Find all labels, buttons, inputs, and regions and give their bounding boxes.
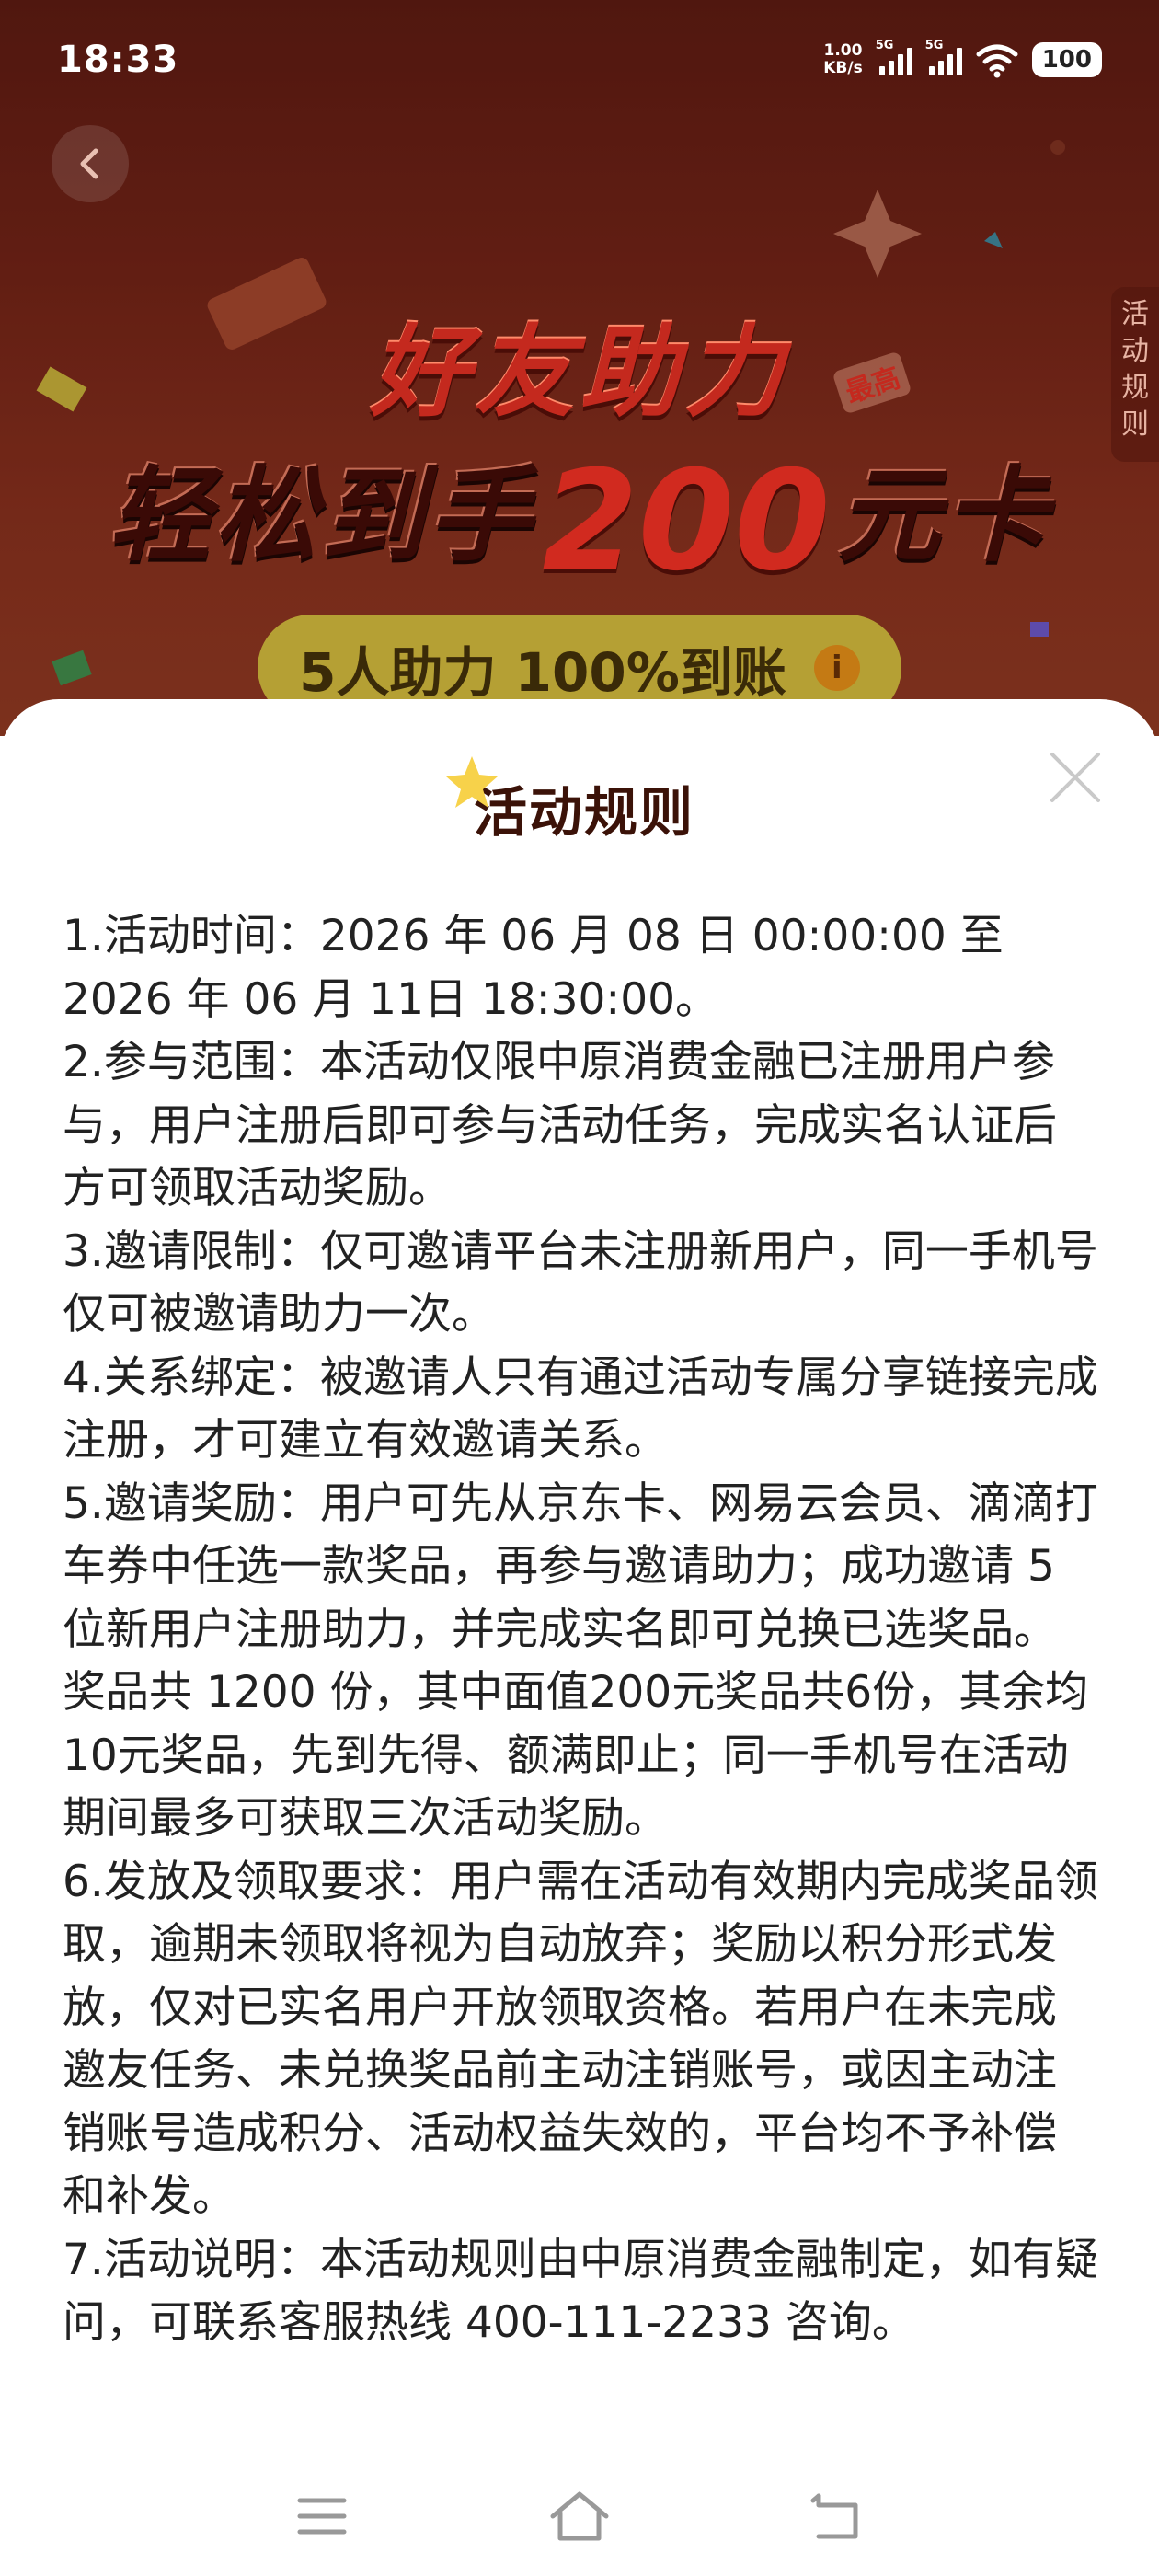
- system-nav-bar: [0, 2466, 1159, 2567]
- rule-item: 1.活动时间：2026 年 06 月 08 日 00:00:00 至 2026 …: [63, 911, 1004, 1025]
- modal-title-text: 活动规则: [473, 781, 694, 844]
- network-speed-unit: KB/s: [823, 59, 863, 77]
- status-time: 18:33: [57, 39, 179, 81]
- menu-icon: [297, 2498, 347, 2535]
- hero-title-prefix: 轻松到手: [108, 456, 535, 576]
- status-icons: 1.00 KB/s 5G 5G 100: [823, 39, 1102, 78]
- rules-modal: 活动规则 1.活动时间：2026 年 06 月 08 日 00:00:00 至 …: [0, 699, 1159, 2576]
- signal-icon: 5G: [925, 39, 962, 75]
- hero-title-suffix: 元卡: [837, 456, 1051, 576]
- sim2-label: 5G: [924, 39, 944, 52]
- status-bar: 18:33 1.00 KB/s 5G 5G 100: [0, 0, 1159, 120]
- wifi-icon: [976, 44, 1018, 78]
- assist-pill-text: 5人助力 100%到账: [299, 641, 786, 704]
- nav-menu-button[interactable]: [285, 2479, 359, 2553]
- network-speed-value: 1.00: [823, 41, 863, 60]
- back-icon: [810, 2493, 858, 2539]
- hero-title-line1: 好友助力: [369, 316, 789, 431]
- hero-title-line2: 轻松到手 200 元卡: [0, 432, 1159, 602]
- sim1-label: 5G: [875, 39, 894, 52]
- rule-item: 6.发放及领取要求：用户需在活动有效期内完成奖品领取，逾期未领取将视为自动放弃；…: [63, 1856, 1098, 2223]
- home-icon: [550, 2491, 609, 2541]
- nav-home-button[interactable]: [543, 2479, 616, 2553]
- back-button[interactable]: [52, 125, 129, 202]
- battery-icon: 100: [1031, 42, 1102, 77]
- info-icon: i: [813, 645, 860, 691]
- rule-item: 2.参与范围：本活动仅限中原消费金融已注册用户参与，用户注册后即可参与活动任务，…: [63, 1037, 1057, 1213]
- chevron-left-icon: [80, 148, 98, 179]
- close-icon[interactable]: [1045, 747, 1106, 808]
- rule-item: 5.邀请奖励：用户可先从京东卡、网易云会员、滴滴打车券中任选一款奖品，再参与邀请…: [63, 1478, 1098, 1845]
- signal-icon: 5G: [876, 39, 912, 75]
- hero-amount: 200: [542, 442, 831, 602]
- rules-text: 1.活动时间：2026 年 06 月 08 日 00:00:00 至 2026 …: [63, 905, 1098, 2355]
- rule-item: 4.关系绑定：被邀请人只有通过活动专属分享链接完成注册，才可建立有效邀请关系。: [63, 1351, 1098, 1466]
- rule-item: 7.活动说明：本活动规则由中原消费金融制定，如有疑问，可联系客服热线 400-1…: [63, 2234, 1098, 2349]
- modal-title: 活动规则: [445, 751, 713, 863]
- nav-back-button[interactable]: [800, 2479, 874, 2553]
- network-speed: 1.00 KB/s: [823, 42, 862, 77]
- rule-item: 3.邀请限制：仅可邀请平台未注册新用户，同一手机号仅可被邀请助力一次。: [63, 1225, 1098, 1340]
- modal-title-wrap: 活动规则: [0, 751, 1159, 863]
- star-icon: [445, 756, 498, 808]
